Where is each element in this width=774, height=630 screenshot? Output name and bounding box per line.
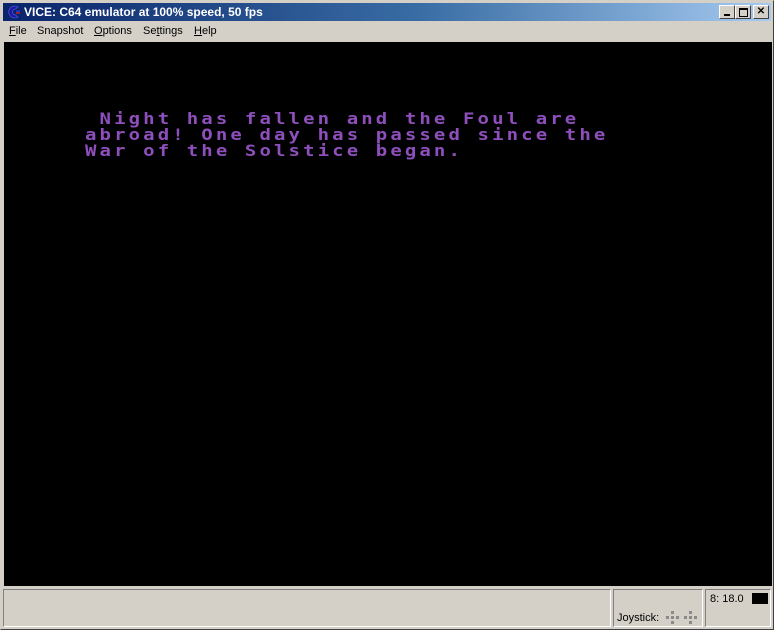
menu-settings[interactable]: Settings xyxy=(143,25,183,37)
joystick-pane: Joystick: xyxy=(613,589,703,627)
menu-bar: File Snapshot Options Settings Help xyxy=(3,22,771,41)
minimize-button[interactable] xyxy=(719,5,735,19)
c64-screen[interactable]: Night has fallen and the Foul are abroad… xyxy=(4,42,772,586)
screen-text-line: abroad! One day has passed since the xyxy=(85,125,609,145)
joystick-port1-icon xyxy=(666,611,680,625)
screen-text-line: War of the Solstice began. xyxy=(85,141,464,161)
title-bar[interactable]: VICE: C64 emulator at 100% speed, 50 fps… xyxy=(3,3,771,21)
menu-file[interactable]: File xyxy=(9,25,27,37)
status-message-pane xyxy=(3,589,611,627)
emulator-window: VICE: C64 emulator at 100% speed, 50 fps… xyxy=(0,0,774,630)
joystick-port2-icon xyxy=(684,611,698,625)
drive-led-icon xyxy=(752,593,768,604)
drive-status-pane: 8: 18.0 xyxy=(705,589,771,627)
maximize-icon xyxy=(739,8,748,17)
screen-text-line: Night has fallen and the Foul are xyxy=(85,109,580,129)
minimize-icon xyxy=(724,14,730,16)
status-bar: Joystick: 8: 18.0 xyxy=(3,587,771,629)
menu-file-label: ile xyxy=(15,25,27,37)
menu-options[interactable]: Options xyxy=(94,25,132,37)
menu-snapshot[interactable]: Snapshot xyxy=(37,25,83,37)
joystick-label: Joystick: xyxy=(617,612,660,624)
window-title: VICE: C64 emulator at 100% speed, 50 fps xyxy=(24,5,263,19)
menu-help[interactable]: Help xyxy=(194,25,217,37)
close-icon: ✕ xyxy=(756,6,766,17)
maximize-button[interactable] xyxy=(735,5,751,19)
close-button[interactable]: ✕ xyxy=(753,5,769,19)
drive-track-readout: 8: 18.0 xyxy=(710,593,744,605)
vice-c64-icon xyxy=(5,4,21,20)
